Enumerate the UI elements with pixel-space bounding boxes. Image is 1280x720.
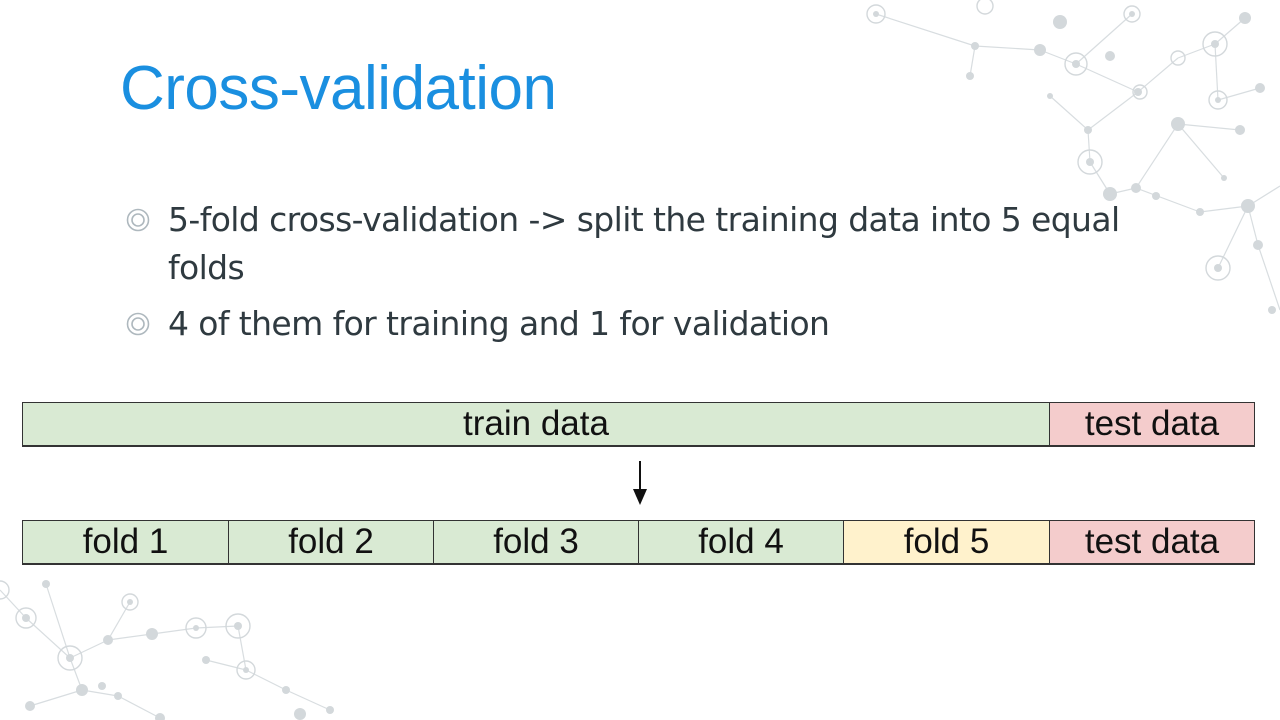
bullet-list: 5-fold cross-validation -> split the tra… — [126, 196, 1186, 356]
train-data-segment: train data — [23, 403, 1050, 445]
fold-2-segment: fold 2 — [229, 521, 434, 563]
fold-4-segment: fold 4 — [639, 521, 844, 563]
concentric-circle-bullet-icon — [126, 312, 150, 336]
train-test-split-row: train data test data — [22, 402, 1255, 447]
bullet-text: 5-fold cross-validation -> split the tra… — [168, 200, 1120, 287]
bullet-item-1: 5-fold cross-validation -> split the tra… — [126, 196, 1186, 292]
slide-title: Cross-validation — [120, 54, 557, 123]
folds-row: fold 1 fold 2 fold 3 fold 4 fold 5 test … — [22, 520, 1255, 565]
fold-3-segment: fold 3 — [434, 521, 639, 563]
test-data-segment: test data — [1050, 521, 1254, 563]
bullet-item-2: 4 of them for training and 1 for validat… — [126, 300, 1186, 348]
test-data-segment: test data — [1050, 403, 1254, 445]
down-arrow-icon — [633, 461, 647, 505]
concentric-circle-bullet-icon — [126, 208, 150, 232]
bullet-text: 4 of them for training and 1 for validat… — [168, 304, 830, 343]
fold-5-validation-segment: fold 5 — [844, 521, 1050, 563]
network-decoration-bottom-left — [0, 580, 334, 720]
fold-1-segment: fold 1 — [23, 521, 229, 563]
